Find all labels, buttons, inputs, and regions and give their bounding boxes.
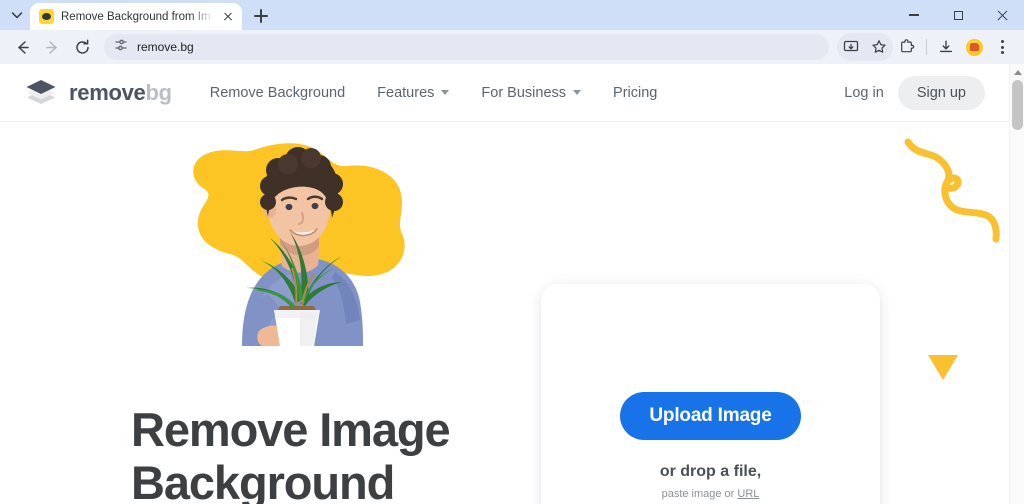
- paste-hint: paste image or URL: [662, 488, 760, 500]
- extensions-puzzle-icon[interactable]: [893, 33, 921, 61]
- paste-prefix: paste image or: [661, 488, 738, 500]
- window-close-icon[interactable]: [980, 0, 1024, 30]
- layers-icon: [24, 78, 58, 108]
- bookmark-star-icon[interactable]: [865, 33, 893, 61]
- chevron-down-icon: [573, 90, 582, 95]
- nav-label: Features: [377, 84, 435, 101]
- tab-title: Remove Background from Imag: [61, 10, 213, 23]
- logo-secondary: bg: [145, 79, 172, 105]
- url-text: remove.bg: [137, 40, 194, 54]
- browser-menu-icon[interactable]: [988, 33, 1016, 61]
- url-link[interactable]: URL: [737, 488, 759, 500]
- new-tab-icon[interactable]: [248, 3, 274, 29]
- headline-line-2: Background: [131, 456, 395, 504]
- browser-window: Remove Background from Imag remove.bg re…: [0, 0, 1024, 504]
- tab-strip: Remove Background from Imag: [0, 0, 1024, 30]
- back-icon[interactable]: [8, 33, 36, 61]
- page-viewport: removebg Remove Background Features For …: [0, 64, 1024, 504]
- chevron-down-icon: [441, 90, 450, 95]
- nav-item-remove-background[interactable]: Remove Background: [210, 85, 345, 101]
- nav-label: Pricing: [613, 84, 658, 101]
- minimize-icon[interactable]: [892, 0, 936, 30]
- toolbar-divider: [926, 39, 927, 55]
- headline-line-1: Remove Image: [131, 403, 451, 456]
- nav-item-features[interactable]: Features: [377, 84, 450, 101]
- install-app-icon[interactable]: [837, 33, 865, 61]
- auth-navigation: Log in Sign up: [844, 75, 985, 110]
- nav-item-pricing[interactable]: Pricing: [613, 85, 657, 101]
- hero-photo: [150, 134, 432, 346]
- toolbar-icons: [837, 33, 1016, 61]
- maximize-icon[interactable]: [936, 0, 980, 30]
- scrollbar-thumb[interactable]: [1012, 80, 1023, 130]
- main-navigation: Remove Background Features For Business …: [210, 85, 658, 101]
- page-scrollbar[interactable]: [1009, 64, 1024, 504]
- tab-search-icon[interactable]: [4, 2, 30, 28]
- page-title: Remove Image Background: [131, 403, 531, 504]
- drop-file-text: or drop a file,: [659, 463, 762, 480]
- window-controls: [892, 0, 1024, 30]
- removebg-favicon: [39, 9, 54, 24]
- site-settings-icon[interactable]: [114, 38, 128, 57]
- upload-card[interactable]: Upload Image or drop a file, paste image…: [541, 284, 880, 504]
- site-logo[interactable]: removebg: [24, 78, 172, 108]
- nav-label: For Business: [481, 84, 567, 101]
- yellow-squiggle: [896, 129, 1006, 284]
- nav-item-for-business[interactable]: For Business: [481, 84, 582, 101]
- signup-button[interactable]: Sign up: [897, 75, 985, 110]
- close-icon[interactable]: [220, 9, 236, 25]
- address-bar[interactable]: remove.bg: [104, 34, 829, 60]
- nav-label: Remove Background: [209, 84, 346, 101]
- logo-primary: remove: [69, 79, 146, 105]
- scroll-up-arrow-icon[interactable]: [1010, 66, 1024, 79]
- profile-avatar[interactable]: [960, 33, 988, 61]
- site-header: removebg Remove Background Features For …: [0, 64, 1009, 122]
- upload-image-button[interactable]: Upload Image: [620, 392, 801, 440]
- hero-section: Remove Image Background 100% Automatical…: [0, 122, 1009, 504]
- yellow-triangle: [926, 352, 960, 387]
- browser-toolbar: remove.bg: [0, 30, 1024, 64]
- forward-icon[interactable]: [38, 33, 66, 61]
- logo-text: removebg: [69, 80, 172, 106]
- web-page: removebg Remove Background Features For …: [0, 64, 1009, 504]
- downloads-icon[interactable]: [932, 33, 960, 61]
- reload-icon[interactable]: [68, 33, 96, 61]
- browser-tab[interactable]: Remove Background from Imag: [30, 3, 242, 30]
- login-link[interactable]: Log in: [844, 85, 884, 101]
